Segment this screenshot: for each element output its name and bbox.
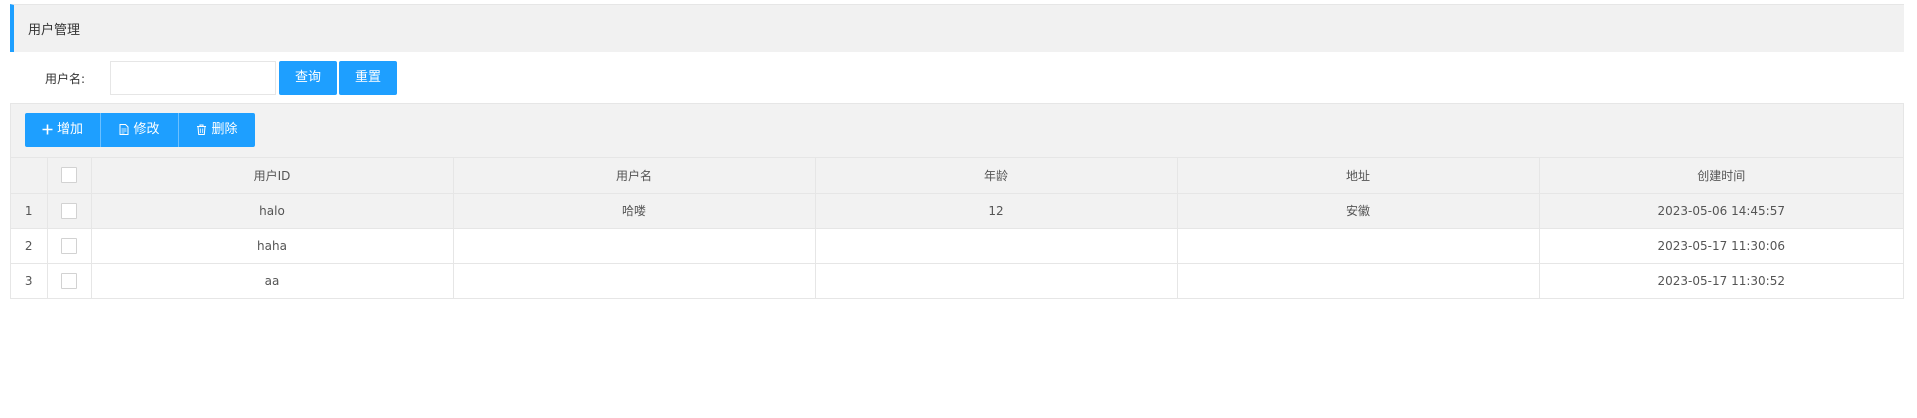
cell-created-time: 2023-05-17 11:30:06 [1539, 228, 1903, 264]
page-title: 用户管理 [28, 23, 81, 38]
username-search-input[interactable] [110, 61, 276, 95]
cell-username [453, 263, 816, 299]
column-header[interactable]: 用户ID [91, 158, 454, 194]
cell-username [453, 228, 816, 264]
add-button[interactable]: 增加 [25, 113, 101, 147]
toolbar-button-group: 增加 修改 删除 [25, 113, 255, 147]
cell-username: 哈喽 [453, 193, 816, 229]
search-form: 用户名: 查询 重置 [10, 60, 430, 96]
username-label: 用户名: [45, 72, 86, 86]
column-header[interactable]: 用户名 [453, 158, 816, 194]
add-button-label: 增加 [56, 122, 83, 137]
delete-button[interactable]: 删除 [179, 113, 255, 147]
document-icon [119, 123, 129, 137]
row-select-cell [47, 228, 92, 264]
column-header[interactable]: 年龄 [815, 158, 1178, 194]
edit-button[interactable]: 修改 [101, 113, 179, 147]
cell-user-id: aa [91, 263, 454, 299]
index-header [11, 158, 48, 194]
cell-age [815, 228, 1178, 264]
edit-button-label: 修改 [133, 122, 160, 137]
row-index: 2 [11, 228, 48, 264]
table-toolbar: 增加 修改 删除 [11, 104, 1903, 158]
row-select-cell [47, 263, 92, 299]
cell-address [1177, 228, 1540, 264]
delete-button-label: 删除 [211, 122, 238, 137]
table-row[interactable]: 2 haha 2023-05-17 11:30:06 [11, 228, 1903, 264]
cell-created-time: 2023-05-06 14:45:57 [1539, 193, 1903, 229]
select-all-checkbox[interactable] [61, 167, 77, 184]
cell-age [815, 263, 1178, 299]
cell-address [1177, 263, 1540, 299]
row-checkbox[interactable] [61, 202, 77, 219]
reset-button[interactable]: 重置 [339, 61, 397, 95]
query-button[interactable]: 查询 [279, 61, 337, 95]
row-index: 1 [11, 193, 48, 229]
column-header[interactable]: 地址 [1177, 158, 1540, 194]
table-row[interactable]: 3 aa 2023-05-17 11:30:52 [11, 263, 1903, 299]
cell-address: 安徽 [1177, 193, 1540, 229]
table-header-row: 用户ID 用户名 年龄 地址 创建时间 [11, 158, 1903, 194]
row-index: 3 [11, 263, 48, 299]
cell-user-id: haha [91, 228, 454, 264]
trash-icon [196, 124, 207, 137]
cell-user-id: halo [91, 193, 454, 229]
page-header: 用户管理 [10, 4, 1904, 52]
user-table: 用户ID 用户名 年龄 地址 创建时间 1 halo 哈喽 12 安徽 2023… [11, 158, 1903, 299]
row-checkbox[interactable] [61, 237, 77, 254]
select-all-cell [47, 158, 92, 194]
column-header[interactable]: 创建时间 [1539, 158, 1903, 194]
row-select-cell [47, 193, 92, 229]
table-row[interactable]: 1 halo 哈喽 12 安徽 2023-05-06 14:45:57 [11, 193, 1903, 229]
cell-created-time: 2023-05-17 11:30:52 [1539, 263, 1903, 299]
user-table-panel: 增加 修改 删除 用户ID 用户名 年龄 地址 创建时间 1 halo 哈喽 1… [10, 103, 1904, 299]
row-checkbox[interactable] [61, 272, 77, 289]
plus-icon [42, 124, 53, 137]
cell-age: 12 [815, 193, 1178, 229]
